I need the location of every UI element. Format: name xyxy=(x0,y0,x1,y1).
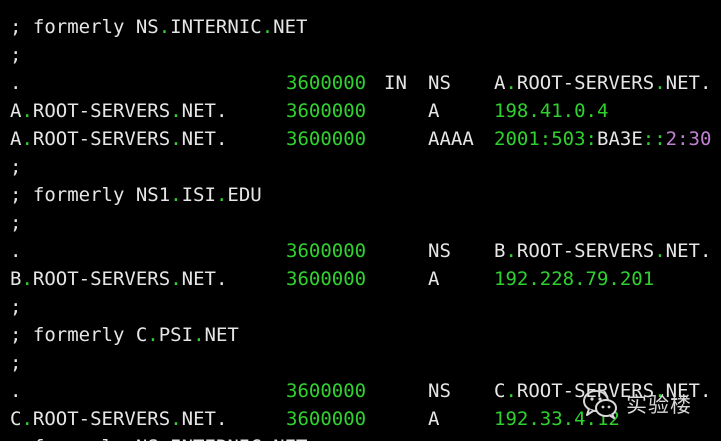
watermark: 实验楼 xyxy=(582,386,692,422)
comment-text: ; formerly C.PSI.NET xyxy=(10,324,239,346)
record-data: B.ROOT-SERVERS.NET. xyxy=(494,240,712,262)
record-type: NS xyxy=(428,72,451,94)
comment-text: ; xyxy=(10,296,22,318)
comment-text: ; xyxy=(10,352,22,374)
record-ttl: 3600000 xyxy=(286,72,367,94)
record-name: C.ROOT-SERVERS.NET. xyxy=(10,408,228,430)
record-name: A.ROOT-SERVERS.NET. xyxy=(10,100,228,122)
record-name: A.ROOT-SERVERS.NET. xyxy=(10,128,228,150)
record-name: . xyxy=(10,240,22,262)
wechat-icon xyxy=(583,390,617,419)
record-data: 198.41.0.4 xyxy=(494,100,609,122)
record-type: A xyxy=(428,100,440,122)
record-ttl: 3600000 xyxy=(286,128,367,150)
record-type: A xyxy=(428,268,440,290)
record-ttl: 3600000 xyxy=(286,408,367,430)
comment-text: ; formerly NS.INTERNIC.NET xyxy=(10,433,307,441)
comment-text: ; xyxy=(10,44,22,66)
record-class: IN xyxy=(384,72,407,94)
record-name: B.ROOT-SERVERS.NET. xyxy=(10,268,228,290)
record-type: AAAA xyxy=(428,128,474,150)
record-ttl: 3600000 xyxy=(286,240,367,262)
record-ttl: 3600000 xyxy=(286,268,367,290)
record-data: 2001:503:BA3E::2:30 xyxy=(494,128,712,150)
record-ttl: 3600000 xyxy=(286,100,367,122)
record-type: NS xyxy=(428,240,451,262)
record-data: 192.228.79.201 xyxy=(494,268,655,290)
terminal-window: ; formerly NS.INTERNIC.NET;. 3600000 IN NS A… xyxy=(0,0,721,441)
record-type: A xyxy=(428,408,440,430)
record-name: . xyxy=(10,380,22,402)
record-data: A.ROOT-SERVERS.NET. xyxy=(494,72,712,94)
watermark-text: 实验楼 xyxy=(626,393,692,417)
comment-text: ; formerly NS1.ISI.EDU xyxy=(10,184,262,206)
record-name: . xyxy=(10,72,22,94)
record-ttl: 3600000 xyxy=(286,380,367,402)
comment-text: ; xyxy=(10,212,22,234)
comment-text: ; formerly NS.INTERNIC.NET xyxy=(10,16,308,38)
comment-text: ; xyxy=(10,156,22,178)
record-type: NS xyxy=(428,380,451,402)
